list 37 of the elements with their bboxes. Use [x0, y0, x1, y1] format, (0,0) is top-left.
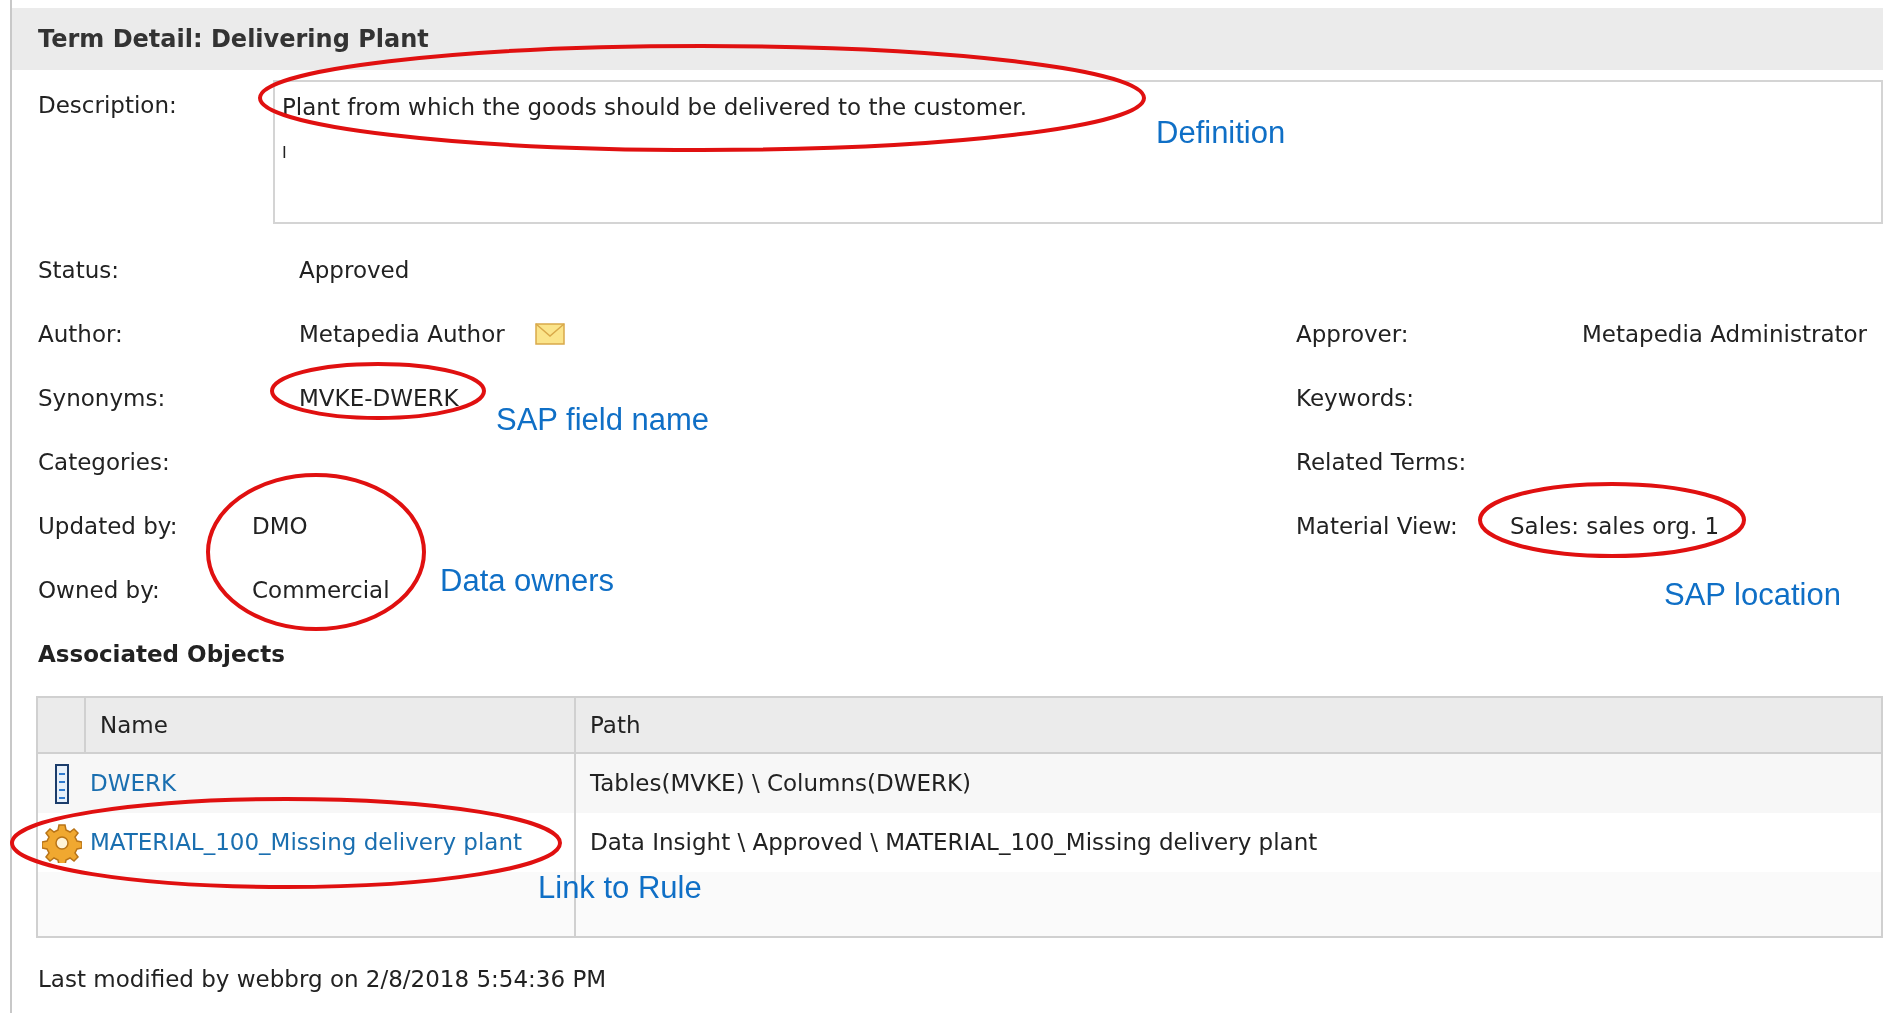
annotation-label: Data owners	[440, 565, 615, 596]
field-label: Owned by:	[38, 575, 160, 605]
annotation-label: SAP location	[1664, 579, 1841, 610]
annotation-label: SAP field name	[496, 404, 710, 435]
table-cell-text: Data Insight \ Approved \ MATERIAL_100_Missing delivery plant	[589, 828, 1319, 858]
object-link[interactable]: MATERIAL_100_Missing delivery plant	[90, 825, 522, 860]
table-cell-text: Tables(MVKE) \ Columns(DWERK)	[589, 769, 973, 799]
field-value: DMO	[252, 511, 308, 541]
description-text: Plant from which the goods should be delivered to the customer.	[282, 93, 1028, 122]
field-label: Categories:	[38, 447, 170, 477]
field-label: Material View:	[1296, 511, 1458, 541]
panel-title: Term Detail: Delivering Plant	[38, 24, 429, 55]
text-cursor: I	[282, 144, 288, 161]
field-label: Keywords:	[1296, 383, 1414, 413]
field-value: Sales: sales org. 1	[1510, 511, 1721, 541]
field-value: MVKE-DWERK	[299, 383, 459, 413]
field-label: Updated by:	[38, 511, 178, 541]
column-header[interactable]: Path	[576, 698, 1881, 752]
field-value: Metapedia Administrator	[1582, 319, 1869, 349]
field-label: Description:	[37, 91, 178, 120]
field-value: Approved	[299, 255, 410, 285]
envelope-icon	[534, 323, 565, 345]
field-value: Metapedia Author	[299, 319, 505, 349]
field-label: Status:	[38, 255, 120, 285]
field-label: Approver:	[1296, 319, 1409, 349]
field-label: Synonyms:	[38, 383, 166, 413]
section-title: Associated Objects	[37, 639, 286, 669]
last-modified-text: Last modified by webbrg on 2/8/2018 5:54:36 PM	[37, 965, 608, 994]
annotation-label: Link to Rule	[538, 872, 702, 903]
annotation-label: Definition	[1156, 117, 1286, 148]
field-label: Author:	[38, 319, 123, 349]
column-icon	[55, 763, 69, 804]
field-label: Related Terms:	[1296, 447, 1467, 477]
gear-icon	[42, 822, 82, 863]
column-header[interactable]: Name	[86, 698, 576, 752]
object-link[interactable]: DWERK	[90, 766, 177, 801]
field-value: Commercial	[252, 575, 390, 605]
